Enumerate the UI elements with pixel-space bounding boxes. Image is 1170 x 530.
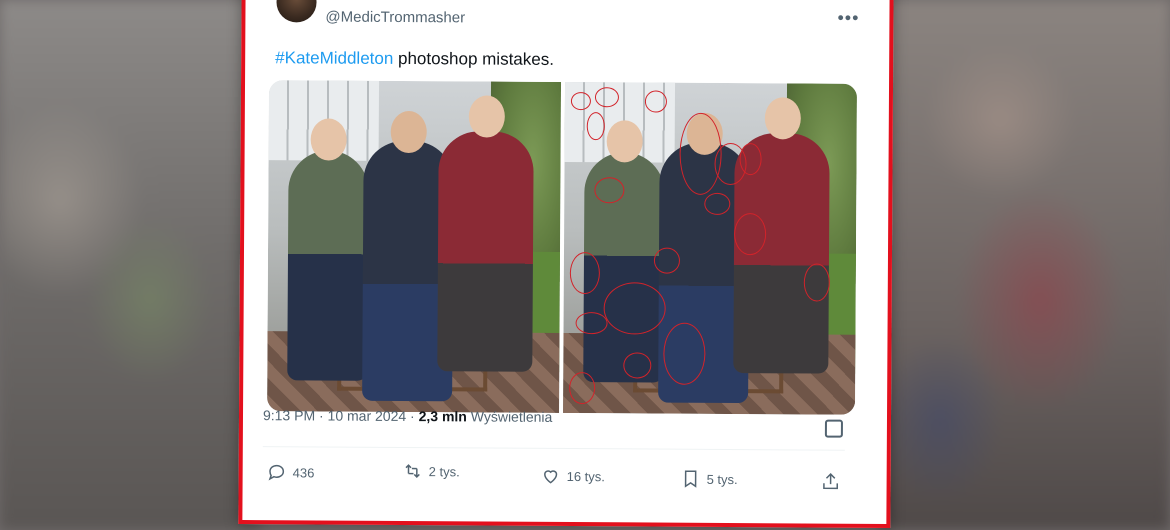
divider [262,446,845,451]
analytics-icon[interactable] [824,419,843,438]
figure-girl [437,95,534,372]
reply-count: 436 [292,464,315,480]
figure-boy [583,120,665,383]
retweet-button[interactable]: 2 tys. [403,461,460,481]
like-count: 16 tys. [566,468,605,484]
retweet-count: 2 tys. [428,463,460,479]
media-grid [267,80,858,415]
hashtag-link[interactable]: #KateMiddleton [275,48,393,68]
photo-annotated[interactable] [563,81,858,415]
avatar[interactable] [276,0,317,23]
tweet-body: photoshop mistakes. [393,48,555,69]
user-handle[interactable]: @MedicTrommasher [325,9,465,27]
background-right [880,0,1170,530]
tweet-meta: 9:13 PM · 10 mar 2024 · 2,3 mln Wyświetl… [263,407,552,425]
background-left [0,0,260,530]
head-shape [310,118,347,161]
retweet-icon [405,464,420,478]
head-shape [686,112,723,155]
share-button[interactable] [821,472,841,492]
tweet-card: @MedicTrommasher ••• #KateMiddleton phot… [238,0,894,528]
more-icon[interactable]: ••• [837,8,859,29]
bookmark-icon [684,470,697,488]
head-shape [606,120,643,163]
views-label: Wyświetlenia [466,408,553,425]
views-count: 2,3 mln [418,408,467,425]
reply-icon [268,464,285,481]
timestamp[interactable]: 9:13 PM · 10 mar 2024 · [263,407,419,424]
bookmark-count: 5 tys. [706,471,738,487]
tweet-text: #KateMiddleton photoshop mistakes. [275,48,554,70]
reply-button[interactable]: 436 [267,462,315,482]
share-icon [823,473,839,490]
like-button[interactable]: 16 tys. [541,466,605,486]
photo-original[interactable] [267,80,562,413]
bookmark-button[interactable]: 5 tys. [681,469,738,489]
like-icon [544,470,558,484]
head-shape [764,97,801,140]
figure-boy [287,118,369,381]
head-shape [468,95,505,138]
figure-girl [733,97,830,374]
head-shape [390,110,427,154]
